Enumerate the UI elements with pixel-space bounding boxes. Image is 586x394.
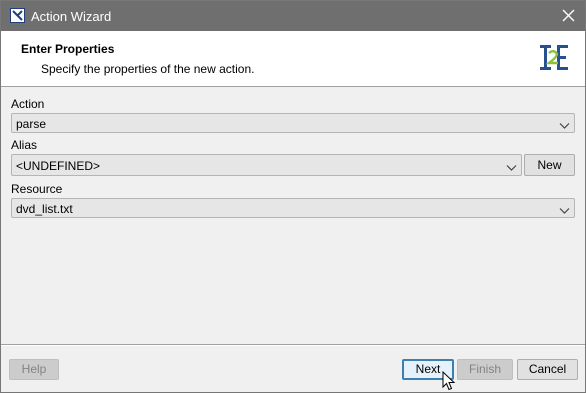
alias-dropdown[interactable]: <UNDEFINED> xyxy=(11,154,522,176)
page-description: Specify the properties of the new action… xyxy=(41,62,255,76)
app-icon xyxy=(10,8,25,23)
footer-divider xyxy=(1,344,585,346)
close-button[interactable] xyxy=(553,1,585,31)
chevron-down-icon xyxy=(559,204,570,218)
page-title: Enter Properties xyxy=(21,42,115,56)
next-button[interactable]: Next xyxy=(402,359,454,380)
alias-label: Alias xyxy=(11,138,38,152)
wizard-header: Enter Properties Specify the properties … xyxy=(1,31,585,87)
cancel-button[interactable]: Cancel xyxy=(517,359,578,380)
alias-value: <UNDEFINED> xyxy=(16,159,101,173)
resource-label: Resource xyxy=(11,182,63,196)
action-dropdown[interactable]: parse xyxy=(11,113,575,133)
action-label: Action xyxy=(11,97,45,111)
help-button[interactable]: Help xyxy=(9,359,59,380)
chevron-down-icon xyxy=(559,119,570,133)
title-bar: Action Wizard xyxy=(1,1,585,31)
resource-dropdown[interactable]: dvd_list.txt xyxy=(11,198,575,218)
new-alias-button[interactable]: New xyxy=(524,154,575,176)
action-wizard-window: Action Wizard Enter Properties Specify t… xyxy=(0,0,586,393)
resource-value: dvd_list.txt xyxy=(16,202,73,216)
chevron-down-icon xyxy=(506,161,517,175)
window-title: Action Wizard xyxy=(31,9,112,24)
action-value: parse xyxy=(16,117,47,131)
wizard-logo-icon xyxy=(539,44,569,74)
finish-button[interactable]: Finish xyxy=(457,359,513,380)
